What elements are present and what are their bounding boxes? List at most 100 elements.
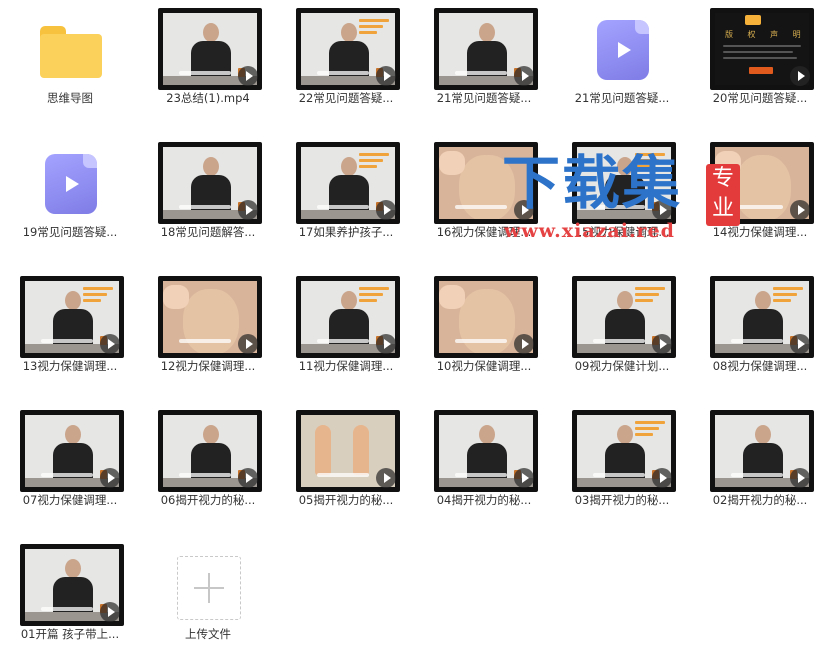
file-name: 23总结(1).mp4: [166, 91, 250, 105]
file-name: 20常见问题答疑...: [712, 91, 808, 105]
file-thumbnail: [553, 142, 691, 224]
plus-icon[interactable]: [177, 556, 241, 620]
file-name: 13视力保健调理...: [22, 359, 118, 373]
file-item[interactable]: 06揭开视力的秘...: [139, 402, 277, 526]
video-thumbnail: [158, 8, 262, 90]
video-thumbnail: [158, 142, 262, 224]
file-item[interactable]: 16视力保健调理...: [415, 134, 553, 258]
video-thumbnail: [158, 276, 262, 358]
file-name: 16视力保健调理...: [436, 225, 532, 239]
file-item[interactable]: 12视力保健调理...: [139, 268, 277, 392]
file-name: 07视力保健调理...: [22, 493, 118, 507]
file-thumbnail: [553, 410, 691, 492]
file-thumbnail: [1, 410, 139, 492]
file-item[interactable]: 08视力保健调理...: [691, 268, 816, 392]
file-name: 21常见问题答疑...: [436, 91, 532, 105]
video-thumbnail: [20, 544, 124, 626]
video-file-icon: [45, 154, 97, 214]
play-icon[interactable]: [514, 468, 534, 488]
play-icon[interactable]: [376, 468, 396, 488]
file-item[interactable]: 04揭开视力的秘...: [415, 402, 553, 526]
play-icon[interactable]: [514, 334, 534, 354]
video-file-icon: [597, 20, 649, 80]
file-thumbnail: [277, 142, 415, 224]
file-item[interactable]: 02揭开视力的秘...: [691, 402, 816, 526]
file-item[interactable]: 13视力保健调理...: [1, 268, 139, 392]
video-thumbnail: [158, 410, 262, 492]
file-item[interactable]: 23总结(1).mp4: [139, 0, 277, 124]
video-thumbnail: [710, 142, 814, 224]
file-thumbnail: [691, 142, 816, 224]
play-icon[interactable]: [100, 334, 120, 354]
play-icon[interactable]: [100, 468, 120, 488]
file-thumbnail: [415, 142, 553, 224]
play-icon[interactable]: [376, 334, 396, 354]
file-name: 06揭开视力的秘...: [160, 493, 256, 507]
video-thumbnail: [434, 142, 538, 224]
file-item[interactable]: 15视力保健调理...: [553, 134, 691, 258]
file-thumbnail: [139, 410, 277, 492]
play-icon[interactable]: [238, 468, 258, 488]
file-name: 08视力保健调理...: [712, 359, 808, 373]
play-icon[interactable]: [238, 200, 258, 220]
play-icon[interactable]: [652, 468, 672, 488]
play-icon[interactable]: [376, 66, 396, 86]
play-icon[interactable]: [376, 200, 396, 220]
file-item[interactable]: 10视力保健调理...: [415, 268, 553, 392]
file-thumbnail: [1, 8, 139, 90]
play-icon[interactable]: [652, 334, 672, 354]
file-name: 22常见问题答疑...: [298, 91, 394, 105]
file-item[interactable]: 01开篇 孩子带上...: [1, 536, 139, 660]
file-item[interactable]: 17如果养护孩子...: [277, 134, 415, 258]
file-name: 12视力保健调理...: [160, 359, 256, 373]
video-thumbnail: [434, 410, 538, 492]
play-icon[interactable]: [652, 200, 672, 220]
file-thumbnail: [691, 276, 816, 358]
file-item[interactable]: 14视力保健调理...: [691, 134, 816, 258]
file-item[interactable]: 版 权 声 明 20常见问题答疑...: [691, 0, 816, 124]
play-icon[interactable]: [790, 468, 810, 488]
file-item[interactable]: 07视力保健调理...: [1, 402, 139, 526]
file-name: 15视力保健调理...: [574, 225, 670, 239]
video-thumbnail: [296, 8, 400, 90]
file-thumbnail: [415, 410, 553, 492]
file-name: 04揭开视力的秘...: [436, 493, 532, 507]
file-item[interactable]: 22常见问题答疑...: [277, 0, 415, 124]
file-thumbnail: [1, 276, 139, 358]
file-name: 02揭开视力的秘...: [712, 493, 808, 507]
notice-title: 版 权 声 明: [725, 30, 807, 39]
file-thumbnail: [691, 410, 816, 492]
file-item[interactable]: 21常见问题答疑...: [415, 0, 553, 124]
file-item[interactable]: 03揭开视力的秘...: [553, 402, 691, 526]
video-thumbnail: [296, 410, 400, 492]
file-thumbnail: [553, 8, 691, 90]
play-icon[interactable]: [514, 66, 534, 86]
file-name: 05揭开视力的秘...: [298, 493, 394, 507]
file-thumbnail: [415, 8, 553, 90]
file-thumbnail: [1, 544, 139, 626]
file-item[interactable]: 11视力保健调理...: [277, 268, 415, 392]
play-icon[interactable]: [790, 66, 810, 86]
file-item[interactable]: 18常见问题解答...: [139, 134, 277, 258]
file-thumbnail: [277, 276, 415, 358]
file-item[interactable]: 19常见问题答疑...: [1, 134, 139, 258]
file-name: 17如果养护孩子...: [298, 225, 394, 239]
video-thumbnail: [710, 410, 814, 492]
video-thumbnail: [572, 276, 676, 358]
video-thumbnail: [434, 276, 538, 358]
play-icon[interactable]: [238, 334, 258, 354]
file-item[interactable]: 05揭开视力的秘...: [277, 402, 415, 526]
file-thumbnail: [139, 8, 277, 90]
upload-tile[interactable]: 上传文件: [139, 536, 277, 660]
folder-item[interactable]: 思维导图: [1, 0, 139, 124]
video-thumbnail: [20, 276, 124, 358]
play-icon[interactable]: [790, 334, 810, 354]
play-icon[interactable]: [790, 200, 810, 220]
play-icon[interactable]: [238, 66, 258, 86]
file-item[interactable]: 09视力保健计划...: [553, 268, 691, 392]
file-item[interactable]: 21常见问题答疑...: [553, 0, 691, 124]
file-grid: 思维导图 23总结(1).mp4 22常见问题答疑... 21常见问题答疑... 21常…: [0, 0, 816, 656]
play-icon[interactable]: [100, 602, 120, 622]
play-icon[interactable]: [514, 200, 534, 220]
file-thumbnail: [553, 276, 691, 358]
